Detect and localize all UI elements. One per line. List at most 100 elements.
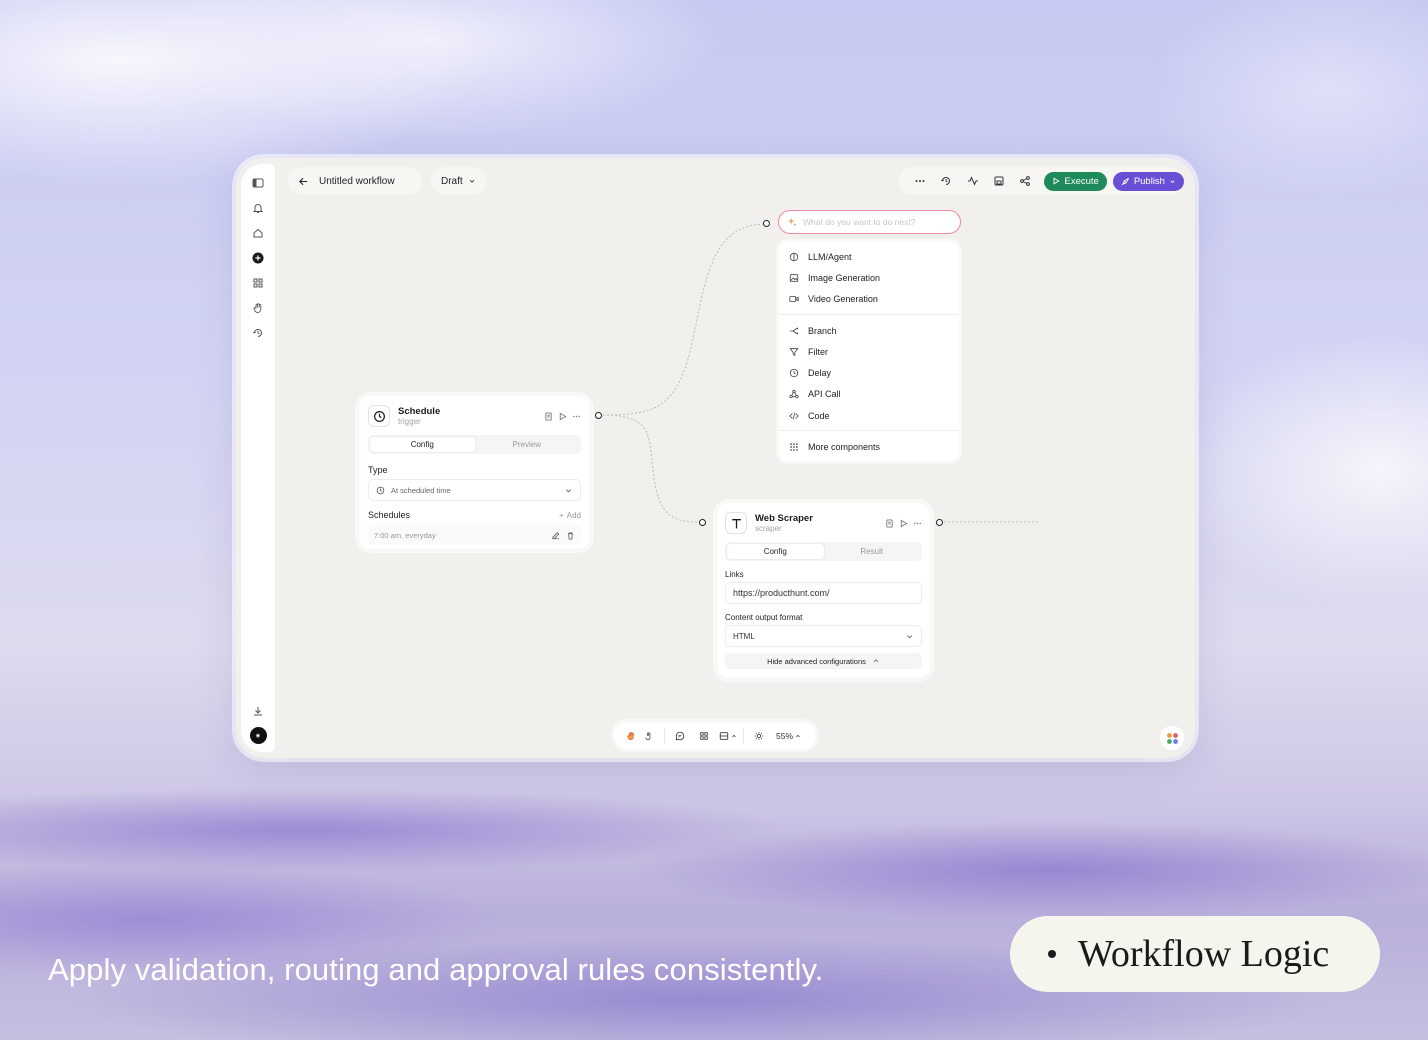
format-select[interactable]: HTML (725, 625, 922, 647)
theme-sun-icon[interactable] (750, 726, 768, 746)
notes-icon[interactable] (544, 411, 553, 421)
scraper-output-port[interactable] (936, 519, 943, 526)
more-options-icon[interactable] (572, 412, 581, 421)
type-value: At scheduled time (391, 485, 451, 495)
scraper-input-port[interactable] (699, 519, 706, 526)
hand-icon[interactable] (249, 299, 267, 317)
web-scraper-node[interactable]: Web Scraper scraper Config Result Links … (717, 503, 930, 678)
menu-item-video-generation[interactable]: Video Generation (779, 289, 959, 310)
menu-item-label: Delay (808, 368, 832, 379)
tab-config[interactable]: Config (727, 544, 824, 559)
ai-prompt-input[interactable] (803, 217, 943, 227)
chevron-down-icon (906, 634, 913, 638)
bullet-dot (1048, 950, 1056, 958)
activity-icon[interactable] (960, 170, 986, 192)
advanced-label: Hide advanced configurations (767, 656, 866, 666)
code-icon (789, 412, 799, 420)
format-label: Content output format (725, 613, 803, 622)
pan-tool-icon[interactable] (622, 726, 640, 746)
menu-item-filter[interactable]: Filter (779, 341, 959, 362)
toolbar-divider (664, 728, 665, 743)
menu-item-api-call[interactable]: API Call (779, 384, 959, 405)
grid-icon[interactable] (249, 274, 267, 292)
menu-item-image-generation[interactable]: Image Generation (779, 267, 959, 288)
chevron-down-icon (469, 179, 474, 183)
image-icon (789, 274, 799, 282)
bell-icon[interactable] (249, 199, 267, 217)
schedule-row[interactable]: 7:00 am, everyday (368, 525, 581, 545)
components-menu: LLM/Agent Image Generation Video Generat… (779, 242, 959, 461)
tab-config[interactable]: Config (370, 437, 475, 452)
canvas-toolbar: 55% (614, 722, 816, 749)
chevron-up-icon (732, 734, 736, 737)
trash-icon[interactable] (566, 531, 575, 540)
play-icon[interactable] (899, 519, 908, 528)
more-options-icon[interactable] (913, 519, 922, 528)
chevron-down-icon (565, 488, 572, 492)
home-icon[interactable] (249, 224, 267, 242)
menu-item-label: Filter (808, 346, 828, 357)
arrow-left-icon (299, 177, 308, 185)
menu-item-branch[interactable]: Branch (779, 320, 959, 341)
status-label: Draft (441, 175, 463, 187)
publish-button[interactable]: Publish (1112, 171, 1184, 191)
menu-item-label: Branch (808, 325, 837, 336)
chevron-up-icon (873, 659, 879, 663)
workflow-app-window: ◉ Untitled workflow Draft Execute Publis… (236, 158, 1195, 758)
tab-result[interactable]: Result (824, 544, 921, 559)
avatar[interactable]: ◉ (249, 727, 267, 744)
menu-item-code[interactable]: Code (779, 405, 959, 426)
plus-icon: + (559, 510, 564, 520)
play-icon (1054, 177, 1061, 185)
prompt-input-port[interactable] (763, 220, 770, 227)
status-dropdown[interactable]: Draft (431, 167, 487, 195)
schedule-node[interactable]: Schedule trigger Config Preview Type At … (359, 396, 590, 549)
menu-item-more-components[interactable]: More components (779, 436, 959, 457)
layout-icon (719, 731, 729, 740)
node-header: Schedule trigger (368, 405, 581, 427)
layout-dropdown[interactable] (719, 726, 737, 746)
schedule-output-port[interactable] (595, 412, 602, 419)
links-input[interactable]: https://producthunt.com/ (725, 582, 922, 604)
select-tool-icon[interactable] (640, 726, 658, 746)
ai-prompt-field[interactable] (778, 210, 961, 234)
llm-icon (789, 252, 799, 261)
menu-item-llm-agent[interactable]: LLM/Agent (779, 246, 959, 267)
zoom-level: 55% (776, 730, 794, 741)
node-actions (885, 518, 922, 528)
clock-icon (368, 405, 390, 427)
save-icon[interactable] (986, 170, 1012, 192)
history-icon[interactable] (249, 324, 267, 342)
menu-item-delay[interactable]: Delay (779, 362, 959, 383)
components-grid-icon[interactable] (695, 726, 713, 746)
hide-advanced-button[interactable]: Hide advanced configurations (725, 653, 922, 669)
share-icon[interactable] (1012, 170, 1038, 192)
node-subtitle: scraper (755, 523, 782, 533)
sidebar-toggle-icon[interactable] (249, 174, 267, 192)
node-tabs: Config Preview (368, 435, 581, 454)
node-title: Web Scraper (755, 512, 813, 524)
apps-launcher-button[interactable] (1160, 726, 1184, 750)
add-circle-icon[interactable] (249, 249, 267, 267)
node-subtitle: trigger (398, 416, 421, 426)
tab-preview[interactable]: Preview (475, 437, 580, 452)
history-icon[interactable] (933, 170, 959, 192)
download-icon[interactable] (249, 702, 267, 720)
node-actions (544, 411, 581, 421)
grid-dots-icon (790, 443, 798, 451)
zoom-dropdown[interactable]: 55% (776, 726, 801, 746)
notes-icon[interactable] (885, 518, 894, 528)
chevron-up-icon (796, 734, 800, 737)
menu-item-label: More components (808, 442, 881, 453)
play-icon[interactable] (558, 412, 567, 421)
type-label: Type (368, 465, 388, 475)
add-schedule-button[interactable]: + Add (559, 511, 581, 520)
type-select[interactable]: At scheduled time (368, 479, 581, 501)
execute-button[interactable]: Execute (1044, 171, 1107, 191)
comment-icon[interactable] (671, 726, 689, 746)
back-to-workflows-button[interactable]: Untitled workflow (288, 167, 422, 195)
more-options-icon[interactable] (907, 170, 933, 192)
edge-schedule-to-scraper (602, 414, 704, 523)
edit-icon[interactable] (551, 531, 560, 540)
menu-item-label: API Call (808, 389, 841, 400)
